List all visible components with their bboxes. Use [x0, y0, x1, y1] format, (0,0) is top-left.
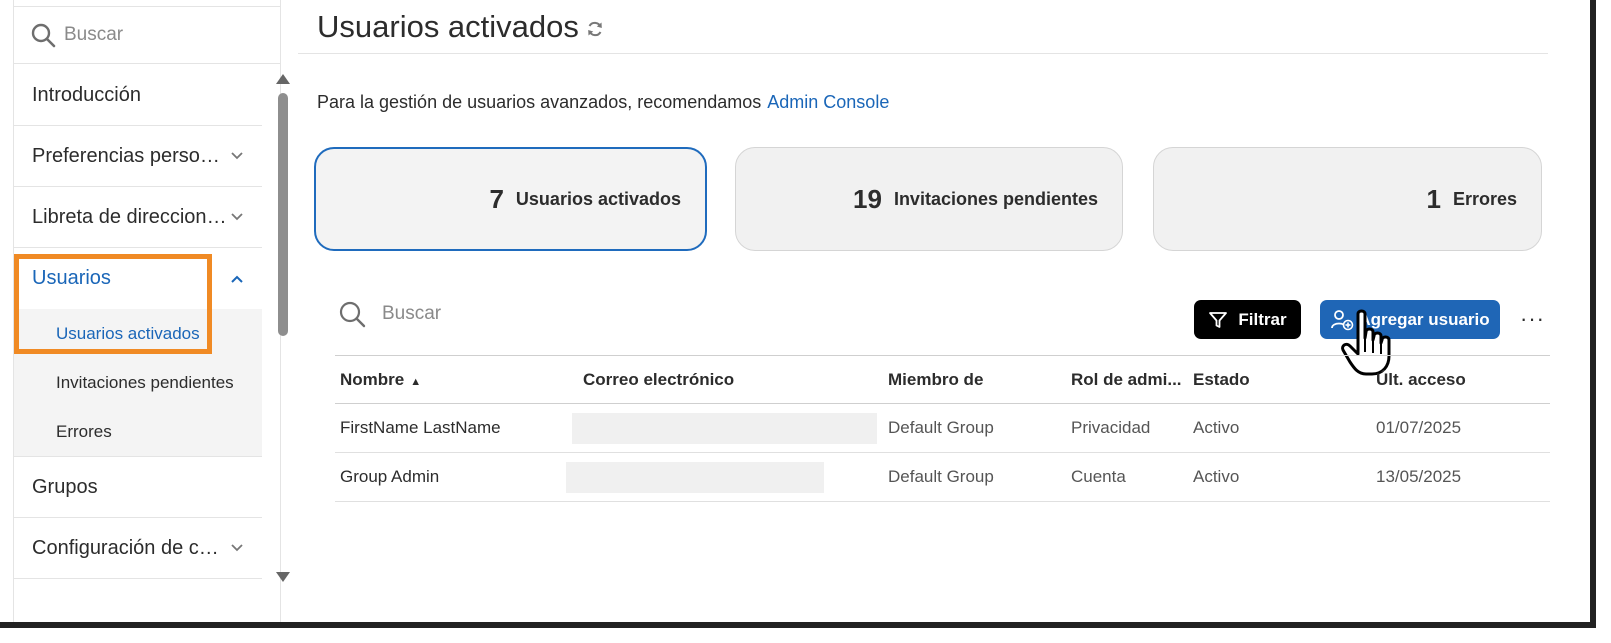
sidebar-item-label: Usuarios	[32, 267, 111, 289]
cell-correo-redacted	[566, 462, 824, 493]
scrollbar-thumb[interactable]	[278, 93, 288, 336]
card-count: 7	[489, 183, 504, 214]
cell-correo-redacted	[572, 413, 877, 444]
sidebar-subitem-label: Errores	[56, 421, 112, 441]
app-window: Introducción Preferencias persona... Lib…	[0, 0, 1596, 628]
page-title: Usuarios activados	[317, 8, 579, 44]
table-header-row: Nombre ▲ Correo electrónico Miembro de R…	[335, 355, 1550, 404]
table-search-input[interactable]	[382, 303, 682, 325]
table-search[interactable]	[338, 300, 682, 328]
sidebar-item-preferencias[interactable]: Preferencias persona...	[14, 126, 262, 187]
advanced-users-note: Para la gestión de usuarios avanzados, r…	[317, 92, 889, 113]
chevron-up-icon	[231, 275, 243, 283]
sidebar-item-grupos[interactable]: Grupos	[14, 457, 262, 518]
cell-miembro: Default Group	[888, 418, 994, 437]
column-header-miembro[interactable]: Miembro de	[888, 356, 983, 404]
page-header: Usuarios activados	[298, 0, 1548, 54]
sidebar-item-configuracion[interactable]: Configuración de cue...	[14, 518, 262, 579]
sidebar-item-label: Grupos	[32, 475, 98, 498]
column-header-label: Miembro de	[888, 370, 984, 389]
column-header-estado[interactable]: Estado	[1193, 356, 1250, 404]
sidebar-item-label: Introducción	[32, 83, 141, 106]
cell-estado: Activo	[1193, 467, 1240, 486]
main-content: Usuarios activados Para la gestión de us…	[298, 0, 1590, 622]
table-row[interactable]: FirstName LastName Default Group Privaci…	[335, 404, 1550, 453]
add-user-button-label: Agregar usuario	[1358, 309, 1490, 329]
card-errores[interactable]: 1 Errores	[1153, 147, 1542, 251]
cell-ult-acceso: 13/05/2025	[1376, 467, 1462, 486]
card-label: Errores	[1452, 188, 1517, 209]
cell-estado: Activo	[1193, 418, 1240, 437]
cell-rol: Privacidad	[1071, 418, 1151, 437]
chevron-down-icon	[231, 152, 243, 160]
column-header-label: Nombre	[340, 370, 405, 389]
card-label: Invitaciones pendientes	[893, 188, 1098, 209]
column-header-ult-acceso[interactable]: Últ. acceso	[1376, 356, 1466, 404]
sidebar-item-label: Configuración de cue...	[32, 536, 227, 559]
search-icon	[31, 23, 56, 48]
cell-ult-acceso: 01/07/2025	[1376, 418, 1462, 437]
sidebar-item-label: Preferencias persona...	[32, 144, 227, 167]
sidebar-submenu-usuarios: Usuarios activados Invitaciones pendient…	[14, 309, 262, 457]
sidebar: Introducción Preferencias persona... Lib…	[13, 0, 290, 622]
note-text: Para la gestión de usuarios avanzados, r…	[317, 92, 762, 112]
filter-icon	[1209, 311, 1228, 328]
card-usuarios-activados[interactable]: 7 Usuarios activados	[314, 147, 707, 251]
column-header-label: Rol de admi...	[1071, 370, 1182, 389]
column-header-label: Últ. acceso	[1376, 370, 1466, 389]
filter-button[interactable]: Filtrar	[1194, 300, 1301, 339]
more-options-button[interactable]: ···	[1520, 306, 1545, 332]
sort-ascending-icon: ▲	[410, 375, 422, 388]
column-header-rol[interactable]: Rol de admi...	[1071, 356, 1182, 404]
card-count: 1	[1426, 183, 1441, 214]
sidebar-subitem-invitaciones[interactable]: Invitaciones pendientes	[14, 358, 262, 407]
sidebar-subitem-label: Usuarios activados	[56, 323, 200, 343]
card-label: Usuarios activados	[515, 188, 681, 209]
card-count: 19	[853, 183, 882, 214]
filter-button-label: Filtrar	[1238, 309, 1287, 329]
scrollbar-up-arrow[interactable]	[276, 74, 290, 84]
admin-console-link[interactable]: Admin Console	[767, 92, 889, 112]
sidebar-subitem-errores[interactable]: Errores	[14, 407, 262, 456]
users-table: Nombre ▲ Correo electrónico Miembro de R…	[335, 355, 1550, 502]
cell-nombre: Group Admin	[340, 467, 440, 486]
cell-miembro: Default Group	[888, 467, 994, 486]
add-user-icon	[1331, 309, 1354, 330]
cell-rol: Cuenta	[1071, 467, 1126, 486]
column-header-nombre[interactable]: Nombre ▲	[340, 356, 421, 404]
sidebar-item-libreta[interactable]: Libreta de direcciones	[14, 187, 262, 248]
sidebar-item-label: Libreta de direcciones	[32, 205, 227, 228]
column-header-label: Correo electrónico	[583, 370, 735, 389]
search-icon	[339, 301, 366, 328]
sidebar-search-input[interactable]	[64, 24, 244, 46]
chevron-down-icon	[231, 544, 243, 552]
sidebar-subitem-usuarios-activados[interactable]: Usuarios activados	[14, 309, 262, 358]
card-invitaciones-pendientes[interactable]: 19 Invitaciones pendientes	[735, 147, 1123, 251]
chevron-down-icon	[231, 213, 243, 221]
add-user-button[interactable]: Agregar usuario	[1320, 300, 1500, 339]
sidebar-subitem-label: Invitaciones pendientes	[56, 372, 234, 392]
column-header-correo[interactable]: Correo electrónico	[583, 356, 734, 404]
sidebar-search[interactable]	[14, 6, 280, 64]
column-header-label: Estado	[1193, 370, 1250, 389]
cell-nombre: FirstName LastName	[340, 418, 501, 437]
refresh-icon[interactable]	[585, 19, 605, 39]
table-row[interactable]: Group Admin Default Group Cuenta Activo …	[335, 453, 1550, 502]
sidebar-item-introduccion[interactable]: Introducción	[14, 65, 262, 126]
sidebar-nav: Introducción Preferencias persona... Lib…	[14, 65, 262, 579]
scrollbar-down-arrow[interactable]	[276, 572, 290, 582]
sidebar-item-usuarios[interactable]: Usuarios	[14, 248, 262, 309]
